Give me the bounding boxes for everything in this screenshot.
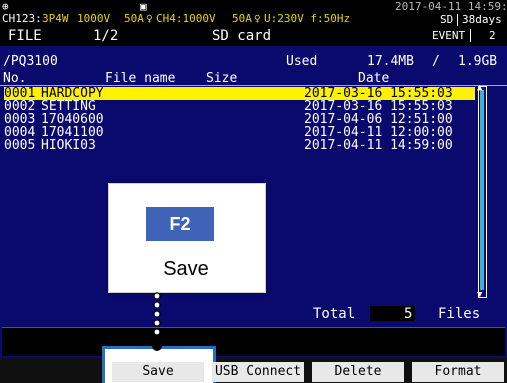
current-path: /PQ3100	[3, 54, 58, 69]
message-bar	[2, 327, 505, 356]
used-value: 17.4MB	[367, 54, 414, 69]
file-no: 0005	[4, 138, 36, 153]
used-separator: /	[432, 54, 440, 69]
current-range-2: 50A	[232, 12, 252, 25]
event-count: 2	[470, 29, 496, 42]
total-label: Total	[313, 306, 356, 322]
path-row: /PQ3100 Used 17.4MB / 1.9GB	[0, 53, 507, 71]
file-row[interactable]: 0005 HIOKI03 2017-04-11 14:59:00	[4, 139, 475, 152]
callout-save-label: Save	[163, 258, 209, 280]
scroll-down-icon[interactable]: ▼	[477, 290, 482, 300]
sd-label: SD	[440, 13, 454, 26]
clamp-icon: ♀	[254, 12, 261, 25]
connector-endpoint	[152, 341, 162, 351]
save-button[interactable]: Save	[112, 362, 204, 382]
column-header-name: File name	[105, 71, 176, 86]
column-header-date: Date	[358, 71, 390, 86]
u-freq-label: U:230V f:50Hz	[264, 12, 351, 25]
f2-key: F2	[146, 207, 214, 241]
column-header-no: No.	[3, 71, 27, 86]
scroll-up-icon[interactable]: ▲	[477, 83, 482, 93]
voltage-range: 1000V	[77, 12, 111, 25]
format-button[interactable]: Format	[412, 362, 504, 382]
table-header: No. File name Size Date	[0, 71, 507, 86]
header-bar: FILE 1/2 SD card EVENT 2	[0, 26, 507, 46]
file-label: FILE	[8, 28, 42, 44]
page-title: SD card	[212, 28, 272, 44]
ch4-label: CH4:1000V	[156, 12, 216, 25]
f2-key-label: F2	[169, 214, 191, 234]
usb-connect-button[interactable]: USB Connect	[212, 362, 304, 382]
remaining-days: 38days	[457, 14, 502, 26]
wiring-value: 3P4W	[42, 12, 69, 25]
clamp-icon: ♀	[146, 12, 153, 25]
total-unit: Files	[438, 306, 481, 322]
instrument-screen: ⊕ ▣ 2017-04-11 14:59:18 CH123: 3P4W 1000…	[0, 0, 507, 383]
event-label: EVENT	[432, 29, 466, 42]
datetime: 2017-04-11 14:59:18	[395, 0, 507, 13]
total-count: 5	[404, 306, 413, 322]
ch123-label: CH123:	[2, 12, 42, 25]
current-range-1: 50A	[124, 12, 144, 25]
used-label: Used	[286, 54, 318, 69]
capacity-value: 1.9GB	[458, 54, 498, 69]
delete-button[interactable]: Delete	[312, 362, 404, 382]
file-date: 2017-04-11 14:59:00	[304, 138, 453, 153]
status-bar: ⊕ ▣ 2017-04-11 14:59:18 CH123: 3P4W 1000…	[0, 0, 507, 26]
file-name: HIOKI03	[41, 138, 96, 153]
page-indicator: 1/2	[93, 28, 119, 44]
callout-connector	[152, 292, 162, 351]
column-header-size: Size	[206, 71, 238, 86]
scrollbar-thumb[interactable]	[480, 90, 484, 290]
